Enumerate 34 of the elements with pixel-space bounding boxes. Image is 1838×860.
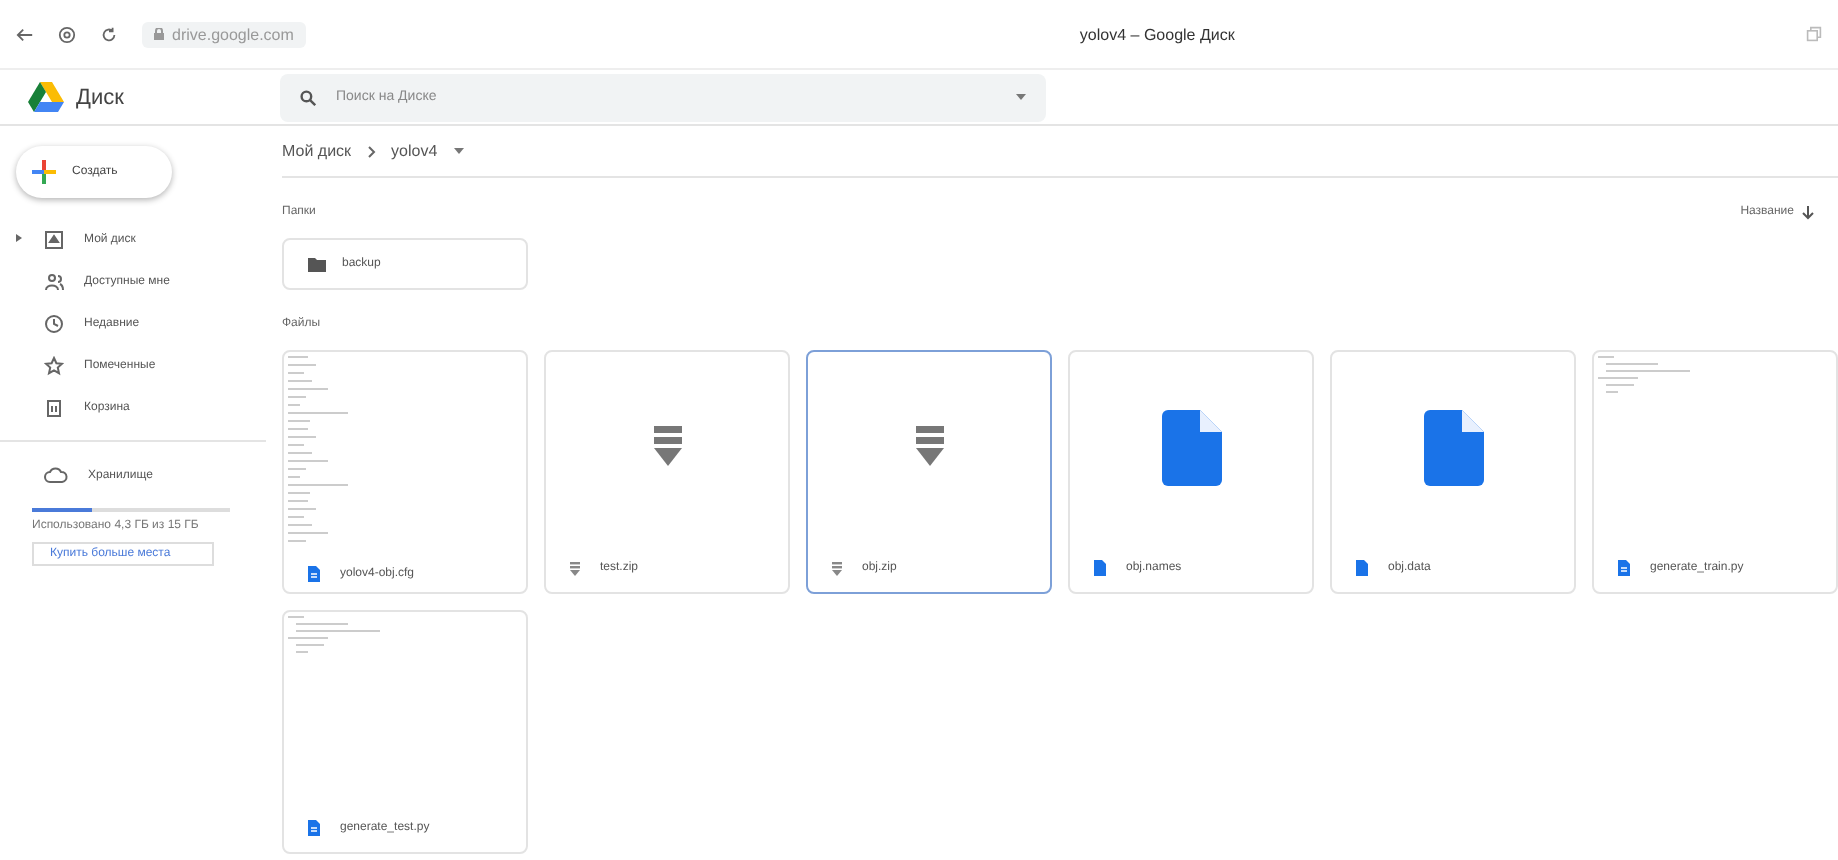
copy-icon xyxy=(1806,26,1822,42)
document-icon xyxy=(1161,410,1221,486)
star-icon xyxy=(44,355,64,375)
document-icon xyxy=(1094,560,1106,576)
url-text: drive.google.com xyxy=(172,25,294,43)
folder-icon xyxy=(308,257,326,271)
document-icon xyxy=(308,820,320,836)
zip-icon xyxy=(570,561,580,575)
zip-icon xyxy=(832,561,842,575)
breadcrumb-item[interactable]: yolov4 xyxy=(391,142,438,160)
clock-icon xyxy=(44,313,64,333)
app-name: Диск xyxy=(76,85,124,109)
back-icon xyxy=(16,25,34,43)
people-icon xyxy=(44,271,64,291)
arrow-down-icon xyxy=(1802,205,1814,219)
cloud-icon xyxy=(44,466,68,484)
dropdown-caret-icon xyxy=(453,148,464,154)
document-icon xyxy=(1423,410,1483,486)
document-icon xyxy=(1618,560,1630,576)
search-icon xyxy=(300,89,316,105)
page-title: yolov4 – Google Диск xyxy=(1079,25,1237,43)
trash-icon xyxy=(44,397,64,417)
dropdown-caret-icon xyxy=(1016,94,1026,100)
document-icon xyxy=(308,566,320,582)
chevron-icon xyxy=(367,145,376,157)
document-icon xyxy=(1356,560,1368,576)
zip-icon xyxy=(653,426,681,470)
zip-icon xyxy=(915,426,943,470)
drive-logo-icon xyxy=(28,82,64,112)
plus-icon xyxy=(32,160,56,184)
drive-icon xyxy=(44,229,64,249)
breadcrumb-item[interactable]: Мой диск xyxy=(282,142,352,160)
lock-icon xyxy=(154,28,164,40)
reload-icon xyxy=(100,25,118,43)
